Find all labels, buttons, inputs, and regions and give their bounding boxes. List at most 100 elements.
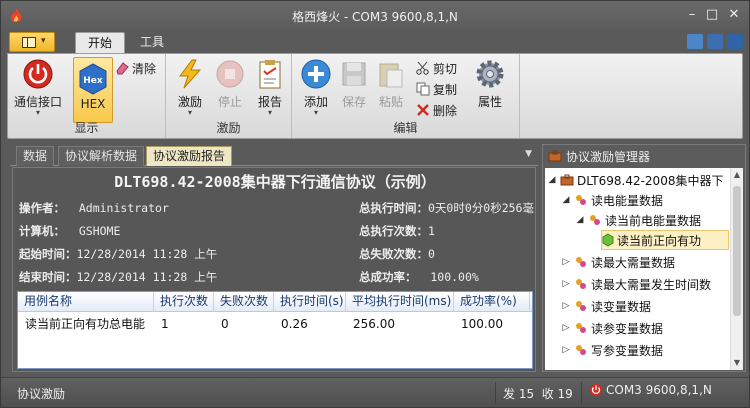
hex-icon: Hex [79,63,107,95]
report-button[interactable]: 报告 ▾ [250,58,290,120]
chevron-right-icon[interactable]: ▷ [561,257,571,267]
chevron-down-icon: ▾ [35,108,40,117]
chevron-down-icon[interactable]: ◢ [561,195,571,205]
status-divider [581,382,582,404]
tree-item[interactable]: ◢ 读电能量数据 [561,190,663,210]
tree-item[interactable]: ▷ 写参变量数据 [561,340,663,360]
cut-button[interactable]: 剪切 [416,59,457,77]
total-time-row: 总执行时间：0天0时0分0秒256毫 [359,201,534,215]
about-icon[interactable] [707,34,723,49]
chevron-down-icon: ▾ [187,108,192,117]
status-port[interactable]: COM3 9600,8,1,N [589,383,712,397]
flame-icon [10,8,22,22]
category-icon [576,301,586,311]
ribbon-panel: 通信接口 ▾ Hex HEX 清除 显示 激励 ▾ 停止 报告 ▾ 激励 添加 … [7,53,743,139]
tree-item[interactable]: ▷ 读变量数据 [561,296,651,316]
shirt-icon[interactable] [687,34,703,49]
status-mode: 协议激励 [17,387,66,401]
scroll-down-icon[interactable]: ▼ [731,356,743,370]
tree-item[interactable]: ▷ 读最大需量发生时间数 [561,274,711,294]
copy-icon [416,82,430,96]
eraser-icon [116,62,129,75]
tree-item[interactable]: ▷ 读最大需量数据 [561,252,675,272]
tab-tools[interactable]: 工具 [128,32,176,53]
column-header[interactable]: 用例名称 [18,292,154,312]
column-header[interactable]: 执行次数 [154,292,214,312]
ribbon-group-stimulus: 激励 ▾ 停止 报告 ▾ 激励 [166,54,292,138]
add-icon [301,59,331,89]
chevron-right-icon[interactable]: ▷ [561,345,571,355]
column-header[interactable]: 失败次数 [214,292,274,312]
chevron-down-icon[interactable]: ◢ [575,215,585,225]
stimulus-report: DLT698.42-2008集中器下行通信协议（示例） 操作者： Adminis… [12,167,536,372]
chevron-right-icon[interactable]: ▷ [561,323,571,333]
comm-port-button[interactable]: 通信接口 ▾ [14,58,62,120]
operator-row: 操作者： Administrator [19,201,169,215]
computer-row: 计算机： GSHOME [19,224,121,238]
hex-toggle-button[interactable]: Hex HEX [73,57,113,123]
tree-scrollbar[interactable]: ▲ ▼ [730,168,743,370]
report-title: DLT698.42-2008集中器下行通信协议（示例） [114,173,436,191]
delete-button[interactable]: 删除 [416,101,457,119]
column-header[interactable]: 成功率(%) [454,292,530,312]
tree-item[interactable]: ◢ DLT698.42-2008集中器下 [547,170,724,190]
category-icon [576,195,586,205]
chevron-down-icon: ▾ [313,108,318,117]
app-window: 格西烽火 - COM3 9600,8,1,N – □ ✕ ▾ 开始 工具 通信接… [0,0,750,408]
protocol-tree: ◢ DLT698.42-2008集中器下 ◢ 读电能量数据 ◢ 读当前电能量数据… [545,168,743,370]
document-tabs: 数据 协议解析数据 协议激励报告 ▼ [10,144,538,166]
power-icon [590,384,602,396]
add-button[interactable]: 添加 ▾ [296,58,336,120]
properties-button[interactable]: 属性 [470,58,510,120]
status-divider [495,382,496,404]
help-icon[interactable] [727,34,743,49]
paste-button[interactable]: 粘贴 [372,58,410,120]
report-panel: 数据 协议解析数据 协议激励报告 ▼ DLT698.42-2008集中器下行通信… [10,144,538,372]
clear-button[interactable]: 清除 [115,59,156,77]
group-label-edit: 编辑 [393,121,418,135]
scissors-icon [416,61,429,75]
minimize-icon[interactable]: – [683,7,701,23]
table-row[interactable]: 读当前正向有功总电能 1 0 0.26 256.00 100.00 [18,314,532,334]
start-time-row: 起始时间：12/28/2014 11:28 上午 [19,247,218,261]
tab-protocol-stimulus-report[interactable]: 协议激励报告 [146,146,233,166]
tree-item-selected[interactable]: 读当前正向有功 [601,230,729,250]
tree-item[interactable]: ◢ 读当前电能量数据 [575,210,701,230]
chevron-down-icon: ▾ [267,108,272,117]
report-icon [259,60,281,89]
tab-home[interactable]: 开始 [75,32,126,53]
tab-protocol-parse-data[interactable]: 协议解析数据 [58,146,145,166]
maximize-icon[interactable]: □ [703,7,721,23]
delete-icon [417,104,429,116]
save-button[interactable]: 保存 [336,58,372,120]
scrollbar-thumb[interactable] [733,186,741,316]
toolbox-icon [560,174,574,186]
category-icon [576,257,586,267]
copy-button[interactable]: 复制 [416,80,457,98]
toolbox-icon [548,150,562,162]
fail-count-row: 总失败次数：0 [359,247,435,261]
status-counts: 发 15 收 19 [503,387,573,401]
chevron-down-icon[interactable]: ▼ [525,149,532,159]
stop-icon [216,60,244,88]
panel-title: 协议激励管理器 [543,145,745,167]
lightning-icon [179,59,202,89]
close-icon[interactable]: ✕ [725,7,743,23]
tab-data[interactable]: 数据 [16,146,55,166]
stop-button[interactable]: 停止 [210,58,250,120]
chevron-right-icon[interactable]: ▷ [561,279,571,289]
success-rate-row: 总成功率： 100.00% [359,270,479,284]
scroll-up-icon[interactable]: ▲ [731,168,743,182]
chevron-right-icon[interactable]: ▷ [561,301,571,311]
column-header[interactable]: 执行时间(s) [274,292,346,312]
chevron-down-icon: ▾ [41,36,46,46]
stimulus-button[interactable]: 激励 ▾ [170,58,210,120]
tree-item[interactable]: ▷ 读参变量数据 [561,318,663,338]
chevron-down-icon[interactable]: ◢ [547,175,557,185]
end-time-row: 结束时间：12/28/2014 11:28 上午 [19,270,218,284]
app-menu-button[interactable]: ▾ [9,32,55,52]
group-label-display: 显示 [74,121,99,135]
column-header[interactable]: 平均执行时间(ms) [346,292,454,312]
status-bar: 协议激励 发 15 收 19 COM3 9600,8,1,N [1,377,749,407]
category-icon [590,215,600,225]
